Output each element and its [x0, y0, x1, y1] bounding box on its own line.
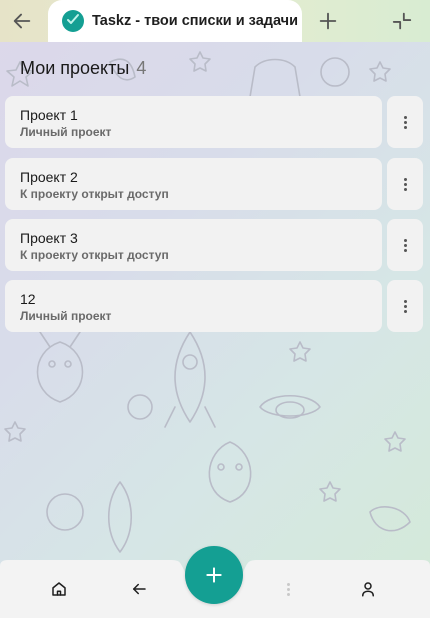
project-card[interactable]: Проект 3 К проекту открыт доступ — [5, 219, 382, 271]
new-tab-button[interactable] — [306, 0, 350, 42]
profile-icon — [362, 582, 374, 597]
page-title: Мои проекты 4 — [20, 58, 146, 79]
list-item: Проект 2 К проекту открыт доступ — [5, 158, 423, 210]
back-nav-button[interactable] — [116, 568, 162, 610]
back-icon — [13, 13, 31, 29]
project-menu-button[interactable] — [387, 96, 423, 148]
project-name: Проект 1 — [20, 107, 78, 123]
tab-title: Taskz - твои списки и задачи — [92, 13, 298, 29]
more-vertical-icon — [403, 115, 407, 129]
project-subtitle: Личный проект — [20, 125, 112, 139]
list-item: Проект 3 К проекту открыт доступ — [5, 219, 423, 271]
project-card[interactable]: Проект 1 Личный проект — [5, 96, 382, 148]
add-icon — [206, 567, 222, 583]
more-vertical-icon — [286, 582, 290, 596]
taskz-logo-icon — [62, 10, 84, 32]
more-nav-button[interactable] — [265, 568, 311, 610]
page-title-text: Мои проекты — [20, 58, 130, 78]
browser-tab-bar: Taskz - твои списки и задачи — [0, 0, 430, 42]
profile-button[interactable] — [345, 568, 391, 610]
project-menu-button[interactable] — [387, 280, 423, 332]
more-vertical-icon — [403, 177, 407, 191]
project-card[interactable]: 12 Личный проект — [5, 280, 382, 332]
back-arrow-icon — [133, 583, 146, 595]
project-subtitle: К проекту открыт доступ — [20, 248, 169, 262]
project-subtitle: Личный проект — [20, 309, 112, 323]
add-project-button[interactable] — [185, 546, 243, 604]
more-vertical-icon — [403, 299, 407, 313]
list-item: Проект 1 Личный проект — [5, 96, 423, 148]
home-button[interactable] — [36, 568, 82, 610]
project-count: 4 — [136, 58, 147, 78]
project-menu-button[interactable] — [387, 219, 423, 271]
back-button[interactable] — [0, 0, 44, 42]
project-name: 12 — [20, 291, 36, 307]
project-menu-button[interactable] — [387, 158, 423, 210]
collapse-icon — [392, 12, 412, 30]
project-subtitle: К проекту открыт доступ — [20, 187, 169, 201]
plus-icon — [319, 12, 337, 30]
project-name: Проект 3 — [20, 230, 78, 246]
collapse-button[interactable] — [380, 0, 424, 42]
project-name: Проект 2 — [20, 169, 78, 185]
list-item: 12 Личный проект — [5, 280, 423, 332]
home-icon — [52, 582, 66, 596]
project-card[interactable]: Проект 2 К проекту открыт доступ — [5, 158, 382, 210]
active-tab[interactable]: Taskz - твои списки и задачи — [48, 0, 302, 42]
more-vertical-icon — [403, 238, 407, 252]
